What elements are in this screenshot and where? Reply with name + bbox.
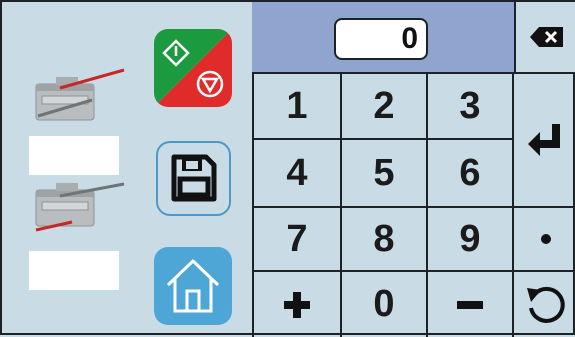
key-4[interactable]: 4: [254, 140, 342, 208]
machine-1-value-field[interactable]: [29, 136, 119, 175]
minus-button[interactable]: [428, 272, 514, 337]
backspace-icon: [529, 27, 563, 47]
plus-icon: [284, 291, 310, 318]
home-button[interactable]: [154, 247, 232, 325]
key-2[interactable]: 2: [342, 74, 428, 140]
key-1[interactable]: 1: [254, 74, 342, 140]
refresh-icon: [526, 286, 565, 323]
home-icon: [166, 259, 220, 313]
key-8[interactable]: 8: [342, 208, 428, 272]
display-row: 0: [252, 2, 514, 74]
machine-2-value-field[interactable]: [29, 251, 119, 290]
start-stop-icon: [154, 29, 232, 107]
decimal-button[interactable]: [514, 208, 575, 272]
key-6[interactable]: 6: [428, 140, 514, 208]
key-9[interactable]: 9: [428, 208, 514, 272]
machine-1-icon: [32, 64, 132, 126]
start-stop-button[interactable]: [154, 29, 232, 107]
save-button[interactable]: [156, 141, 231, 216]
machine-2-icon: [32, 180, 132, 242]
left-panel: [2, 2, 252, 337]
numeric-keypad: 0 1 2 3 4 5 6 7 8 9 0: [252, 2, 575, 337]
key-3[interactable]: 3: [428, 74, 514, 140]
key-5[interactable]: 5: [342, 140, 428, 208]
plus-button[interactable]: [254, 272, 342, 337]
key-0[interactable]: 0: [342, 272, 428, 337]
save-floppy-icon: [171, 154, 217, 202]
keypad-screen: 0 1 2 3 4 5 6 7 8 9 0: [0, 0, 575, 337]
reset-button[interactable]: [514, 272, 575, 337]
key-7[interactable]: 7: [254, 208, 342, 272]
enter-icon: [527, 124, 560, 156]
enter-button[interactable]: [514, 74, 575, 208]
value-display: 0: [334, 18, 428, 60]
decimal-point-icon: [540, 234, 551, 244]
backspace-button[interactable]: [514, 2, 575, 74]
minus-icon: [457, 300, 483, 309]
